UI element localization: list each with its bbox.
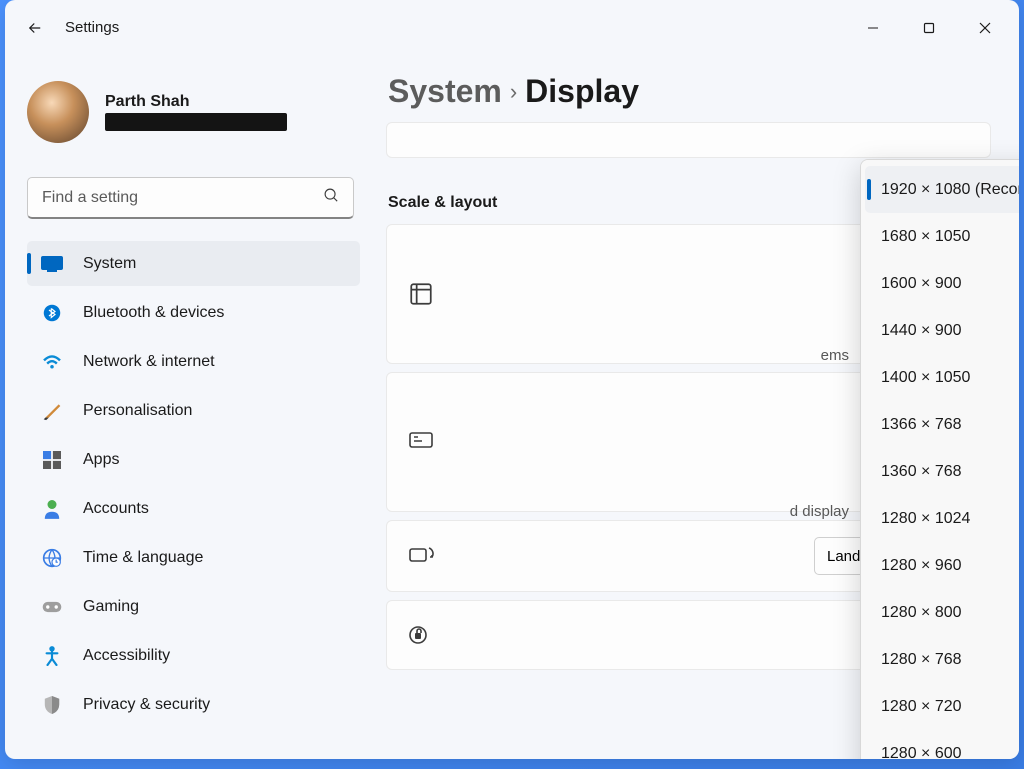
close-icon [979, 22, 991, 34]
resolution-option-label: 1680 × 1050 [881, 228, 970, 246]
profile-email-redacted [105, 113, 287, 131]
brush-icon [41, 400, 63, 422]
search-icon [323, 187, 340, 209]
close-button[interactable] [963, 12, 1007, 44]
breadcrumb: System › Display [370, 55, 991, 122]
gamepad-icon [41, 596, 63, 618]
resolution-dropdown[interactable]: 1920 × 1080 (Recommended) 1680 × 1050 16… [860, 159, 1019, 759]
resolution-option-label: 1600 × 900 [881, 275, 962, 293]
resolution-option-label: 1440 × 900 [881, 322, 962, 340]
maximize-button[interactable] [907, 12, 951, 44]
banner-card[interactable] [386, 122, 991, 158]
minimize-icon [867, 22, 879, 34]
sidebar-item-label: Personalisation [83, 402, 192, 420]
titlebar: Settings [5, 0, 1019, 55]
sidebar-item-label: Privacy & security [83, 696, 210, 714]
resolution-option[interactable]: 1920 × 1080 (Recommended) [865, 166, 1019, 213]
sidebar-item-time-language[interactable]: Time & language [27, 535, 360, 580]
sidebar-item-system[interactable]: System [27, 241, 360, 286]
sidebar-item-label: Accounts [83, 500, 149, 518]
sidebar-item-gaming[interactable]: Gaming [27, 584, 360, 629]
resolution-option-label: 1280 × 720 [881, 698, 962, 716]
breadcrumb-current: Display [525, 73, 639, 110]
globe-icon [41, 547, 63, 569]
system-icon [41, 253, 63, 275]
resolution-option[interactable]: 1360 × 768 [865, 448, 1019, 495]
avatar [27, 81, 89, 143]
accessibility-icon [41, 645, 63, 667]
resolution-option[interactable]: 1400 × 1050 [865, 354, 1019, 401]
resolution-option-label: 1360 × 768 [881, 463, 962, 481]
resolution-option[interactable]: 1280 × 1024 [865, 495, 1019, 542]
sidebar-item-bluetooth[interactable]: Bluetooth & devices [27, 290, 360, 335]
settings-window: Settings Parth Shah System Bluetoot [5, 0, 1019, 759]
bluetooth-icon [41, 302, 63, 324]
search-input[interactable] [27, 177, 354, 219]
sidebar-nav: System Bluetooth & devices Network & int… [27, 241, 360, 727]
resolution-option-label: 1280 × 600 [881, 745, 962, 760]
sidebar: Parth Shah System Bluetooth & devices Ne… [5, 55, 370, 759]
resolution-option[interactable]: 1280 × 600 [865, 730, 1019, 759]
resolution-option[interactable]: 1366 × 768 [865, 401, 1019, 448]
back-button[interactable] [25, 18, 45, 38]
sidebar-item-label: Gaming [83, 598, 139, 616]
resolution-option-label: 1920 × 1080 (Recommended) [881, 181, 1019, 199]
resolution-option[interactable]: 1280 × 768 [865, 636, 1019, 683]
wifi-icon [41, 351, 63, 373]
apps-icon [41, 449, 63, 471]
resolution-option[interactable]: 1440 × 900 [865, 307, 1019, 354]
app-title: Settings [65, 19, 119, 36]
sidebar-item-label: System [83, 255, 136, 273]
resolution-option-label: 1366 × 768 [881, 416, 962, 434]
resolution-option[interactable]: 1280 × 960 [865, 542, 1019, 589]
card-text-fragment: ems [821, 347, 849, 364]
sidebar-item-label: Time & language [83, 549, 203, 567]
card-text-fragment: d display [790, 503, 849, 520]
profile-name: Parth Shah [105, 93, 287, 111]
profile-block[interactable]: Parth Shah [27, 71, 360, 161]
orientation-icon [407, 542, 435, 570]
sidebar-item-apps[interactable]: Apps [27, 437, 360, 482]
sidebar-item-label: Network & internet [83, 353, 215, 371]
scale-icon [407, 280, 435, 308]
lock-rotate-icon [407, 621, 435, 649]
resolution-option[interactable]: 1600 × 900 [865, 260, 1019, 307]
sidebar-item-label: Apps [83, 451, 119, 469]
main-panel: System › Display Scale & layout ems d di… [370, 55, 1019, 759]
resolution-option[interactable]: 1680 × 1050 [865, 213, 1019, 260]
person-icon [41, 498, 63, 520]
maximize-icon [923, 22, 935, 34]
resolution-option-label: 1280 × 1024 [881, 510, 970, 528]
breadcrumb-parent[interactable]: System [388, 73, 502, 110]
sidebar-item-label: Bluetooth & devices [83, 304, 224, 322]
resolution-option-label: 1280 × 768 [881, 651, 962, 669]
shield-icon [41, 694, 63, 716]
sidebar-item-label: Accessibility [83, 647, 170, 665]
resolution-option-label: 1280 × 960 [881, 557, 962, 575]
resolution-option-label: 1280 × 800 [881, 604, 962, 622]
sidebar-item-accessibility[interactable]: Accessibility [27, 633, 360, 678]
resolution-option[interactable]: 1280 × 800 [865, 589, 1019, 636]
sidebar-item-personalisation[interactable]: Personalisation [27, 388, 360, 433]
arrow-left-icon [26, 19, 44, 37]
sidebar-item-privacy[interactable]: Privacy & security [27, 682, 360, 727]
sidebar-item-network[interactable]: Network & internet [27, 339, 360, 384]
resolution-option[interactable]: 1280 × 720 [865, 683, 1019, 730]
minimize-button[interactable] [851, 12, 895, 44]
sidebar-item-accounts[interactable]: Accounts [27, 486, 360, 531]
resolution-option-label: 1400 × 1050 [881, 369, 970, 387]
resolution-icon [407, 428, 435, 456]
chevron-right-icon: › [510, 79, 517, 105]
